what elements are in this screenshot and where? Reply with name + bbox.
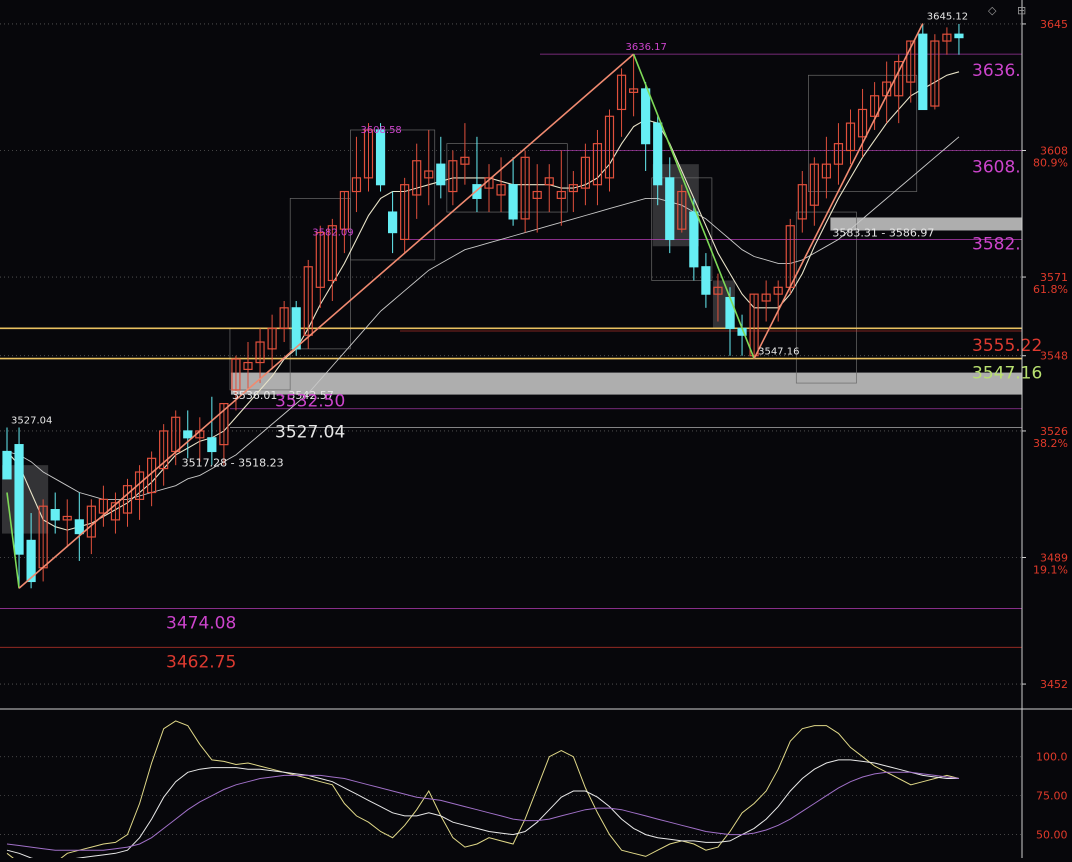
candle-body bbox=[388, 211, 398, 234]
fib-percent-label: 80.9% bbox=[1033, 156, 1068, 169]
candle-body bbox=[207, 437, 217, 453]
settings-icon: ⊟ bbox=[1017, 4, 1026, 17]
zigzag-segment bbox=[18, 53, 635, 589]
osc-tick-label: 75.00 bbox=[1036, 790, 1068, 803]
moving-averages bbox=[6, 71, 960, 531]
candle-body bbox=[2, 450, 12, 480]
price-zones bbox=[2, 74, 1022, 534]
axis-tick-label: 3645 bbox=[1040, 18, 1068, 31]
price-level-label: 3474.08 bbox=[166, 614, 236, 634]
candle-body bbox=[954, 33, 964, 39]
zigzag-segment bbox=[753, 23, 924, 359]
price-level-lines bbox=[0, 53, 1022, 648]
zone-label: 3583.31 - 3586.97 bbox=[832, 227, 934, 240]
candle-body bbox=[689, 211, 699, 268]
candle-body bbox=[436, 163, 446, 186]
chart-labels: 3536.01 - 3542.573583.31 - 3586.973517.2… bbox=[11, 12, 1042, 673]
candle-body bbox=[14, 444, 24, 555]
price-level-label: 3547.16 bbox=[972, 364, 1042, 384]
price-level-label: 3462.75 bbox=[166, 652, 236, 672]
chart-canvas: 3536.01 - 3542.573583.31 - 3586.973517.2… bbox=[0, 0, 1072, 862]
zone-label: 3517.28 - 3518.23 bbox=[182, 456, 284, 469]
candle-body bbox=[653, 122, 663, 186]
candlesticks bbox=[2, 23, 964, 589]
price-level-label: 3582. bbox=[972, 234, 1021, 254]
pivot-label: 3645.12 bbox=[927, 12, 968, 23]
trading-chart: 3536.01 - 3542.57 3583.31 - 3586.97 3517.2… bbox=[0, 0, 1072, 862]
price-level-label: 3555.22 bbox=[972, 336, 1042, 356]
price-level-label: 3636. bbox=[972, 61, 1021, 81]
candle-body bbox=[74, 519, 84, 535]
diamond-icon: ◇ bbox=[988, 4, 997, 17]
candle-body bbox=[641, 88, 651, 145]
price-level-label: 3532.50 bbox=[275, 392, 345, 412]
candle-body bbox=[50, 509, 60, 521]
moving-average-short bbox=[6, 71, 960, 531]
pivot-label: 3636.17 bbox=[626, 42, 667, 53]
pivot-label: 3527.04 bbox=[11, 416, 52, 427]
oscillator-line-3 bbox=[6, 771, 960, 851]
pivot-label: 3547.16 bbox=[758, 347, 799, 358]
axis-tick-label: 3548 bbox=[1040, 350, 1068, 363]
oscillator-line-2 bbox=[6, 759, 959, 862]
osc-tick-label: 50.00 bbox=[1036, 829, 1068, 842]
pivot-label: 3582.09 bbox=[312, 227, 353, 238]
price-axis: ⊟◇364536083571354835263489345280.9%61.8%… bbox=[0, 0, 1072, 858]
candle-body bbox=[725, 296, 735, 329]
oscillator-panel: 100.0 75.00 50.00 bbox=[0, 720, 1068, 862]
oscillator-line-1 bbox=[6, 720, 960, 862]
axis-tick-label: 3452 bbox=[1040, 678, 1068, 691]
fib-percent-label: 38.2% bbox=[1033, 437, 1068, 450]
price-level-label: 3608. bbox=[972, 157, 1021, 177]
candle-body bbox=[665, 177, 675, 241]
zigzag-lines bbox=[6, 23, 924, 589]
candle-body bbox=[508, 184, 518, 220]
candle-body bbox=[375, 129, 386, 186]
candle-body bbox=[472, 184, 482, 199]
pivot-label: 3608.58 bbox=[360, 125, 401, 136]
candle-body bbox=[291, 307, 301, 350]
support-zone-box bbox=[230, 372, 1022, 395]
candle-body bbox=[918, 33, 928, 111]
fib-percent-label: 61.8% bbox=[1033, 283, 1068, 296]
grid-lines bbox=[0, 23, 1022, 685]
candle-body bbox=[183, 430, 193, 439]
price-level-label: 3527.04 bbox=[275, 422, 345, 442]
osc-tick-label: 100.0 bbox=[1036, 751, 1068, 764]
candle-body bbox=[701, 266, 711, 295]
fib-percent-label: 19.1% bbox=[1033, 564, 1068, 577]
